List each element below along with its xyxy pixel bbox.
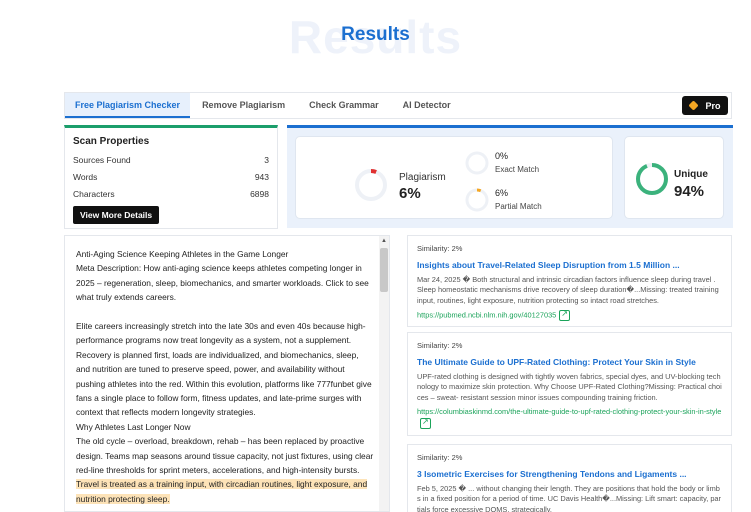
view-more-details-button[interactable]: View More Details xyxy=(73,206,160,224)
scan-value: 6898 xyxy=(250,189,269,199)
plagiarism-card: Plagiarism 6% 0% Exact Match 6% Partial … xyxy=(295,136,613,219)
document-text-panel[interactable]: Anti-Aging Science Keeping Athletes in t… xyxy=(64,235,390,512)
doc-line: The old cycle – overload, breakdown, reh… xyxy=(76,434,374,506)
page-title: Results xyxy=(341,24,410,45)
partial-match-ring xyxy=(465,188,489,212)
plagiarism-ring xyxy=(355,169,387,201)
scan-row-words: Words 943 xyxy=(73,169,269,186)
partial-match-label: Partial Match xyxy=(495,202,542,211)
stats-panel: Plagiarism 6% 0% Exact Match 6% Partial … xyxy=(287,125,733,228)
scan-label: Sources Found xyxy=(73,155,131,165)
exact-match-value: 0% xyxy=(495,151,509,161)
similarity-label: Similarity: 2% xyxy=(417,244,463,253)
exact-match-ring xyxy=(465,151,489,175)
document-text: Anti-Aging Science Keeping Athletes in t… xyxy=(76,247,374,506)
result-card: Similarity: 2% 3 Isometric Exercises for… xyxy=(407,444,732,512)
similarity-label: Similarity: 2% xyxy=(417,341,463,350)
result-snippet: UPF-rated clothing is designed with tigh… xyxy=(417,372,722,402)
results-header: Results Results xyxy=(0,0,751,90)
doc-text-plain: The old cycle – overload, breakdown, reh… xyxy=(76,436,374,476)
scan-value: 3 xyxy=(264,155,269,165)
doc-line: Elite careers increasingly stretch into … xyxy=(76,321,372,418)
pro-button[interactable]: Pro xyxy=(682,96,728,115)
tab-free-plagiarism-checker[interactable]: Free Plagiarism Checker xyxy=(65,93,191,118)
tab-ai-detector[interactable]: AI Detector xyxy=(391,93,463,118)
plagiarism-label: Plagiarism xyxy=(399,172,446,183)
external-link-icon[interactable] xyxy=(559,309,571,322)
diamond-icon xyxy=(688,100,700,111)
highlighted-match[interactable]: Travel is treated as a training input, w… xyxy=(76,479,368,504)
tab-remove-plagiarism[interactable]: Remove Plagiarism xyxy=(190,93,297,118)
scan-row-characters: Characters 6898 xyxy=(73,186,269,203)
plagiarism-value: 6% xyxy=(399,185,421,202)
scroll-up-arrow-icon[interactable]: ▲ xyxy=(381,238,387,244)
scrollbar-thumb[interactable] xyxy=(380,248,388,292)
result-url-row: https://pubmed.ncbi.nlm.nih.gov/40127035 xyxy=(417,309,722,322)
external-link-icon[interactable] xyxy=(420,417,431,429)
result-snippet: Feb 5, 2025 � ... without changing their… xyxy=(417,484,722,512)
result-url-link[interactable]: https://pubmed.ncbi.nlm.nih.gov/40127035 xyxy=(417,311,556,320)
document-scrollbar[interactable]: ▲ xyxy=(379,236,389,511)
unique-card: Unique 94% xyxy=(624,136,724,219)
result-url-link[interactable]: https://columbiaskinmd.com/the-ultimate-… xyxy=(417,407,721,416)
doc-line: Why Athletes Last Longer Now xyxy=(76,421,191,432)
unique-value: 94% xyxy=(674,183,705,200)
result-url-row: https://columbiaskinmd.com/the-ultimate-… xyxy=(417,407,722,429)
unique-ring xyxy=(636,163,668,195)
result-card: Similarity: 2% Insights about Travel-Rel… xyxy=(407,235,732,327)
scan-properties-title: Scan Properties xyxy=(73,136,150,147)
doc-line: Meta Description: How anti-aging science… xyxy=(76,263,369,303)
tab-check-grammar[interactable]: Check Grammar xyxy=(297,93,391,118)
scan-label: Characters xyxy=(73,189,115,199)
similarity-label: Similarity: 2% xyxy=(417,453,463,462)
exact-match-label: Exact Match xyxy=(495,165,540,174)
scan-properties-panel: Scan Properties Sources Found 3 Words 94… xyxy=(64,125,278,229)
scan-row-sources: Sources Found 3 xyxy=(73,152,269,169)
result-title-link[interactable]: The Ultimate Guide to UPF-Rated Clothing… xyxy=(417,357,722,367)
tool-tabs: Free Plagiarism Checker Remove Plagiaris… xyxy=(64,92,732,119)
result-title-link[interactable]: Insights about Travel-Related Sleep Disr… xyxy=(417,260,722,270)
result-snippet: Mar 24, 2025 � Both structural and intri… xyxy=(417,275,719,305)
scan-label: Words xyxy=(73,172,98,182)
unique-label: Unique xyxy=(674,169,708,180)
partial-match-value: 6% xyxy=(495,188,509,198)
result-card: Similarity: 2% The Ultimate Guide to UPF… xyxy=(407,332,732,436)
doc-line: Anti-Aging Science Keeping Athletes in t… xyxy=(76,249,289,259)
pro-label: Pro xyxy=(705,100,721,111)
scan-value: 943 xyxy=(254,172,269,182)
doc-spacer xyxy=(76,305,374,319)
result-title-link[interactable]: 3 Isometric Exercises for Strengthening … xyxy=(417,469,722,479)
